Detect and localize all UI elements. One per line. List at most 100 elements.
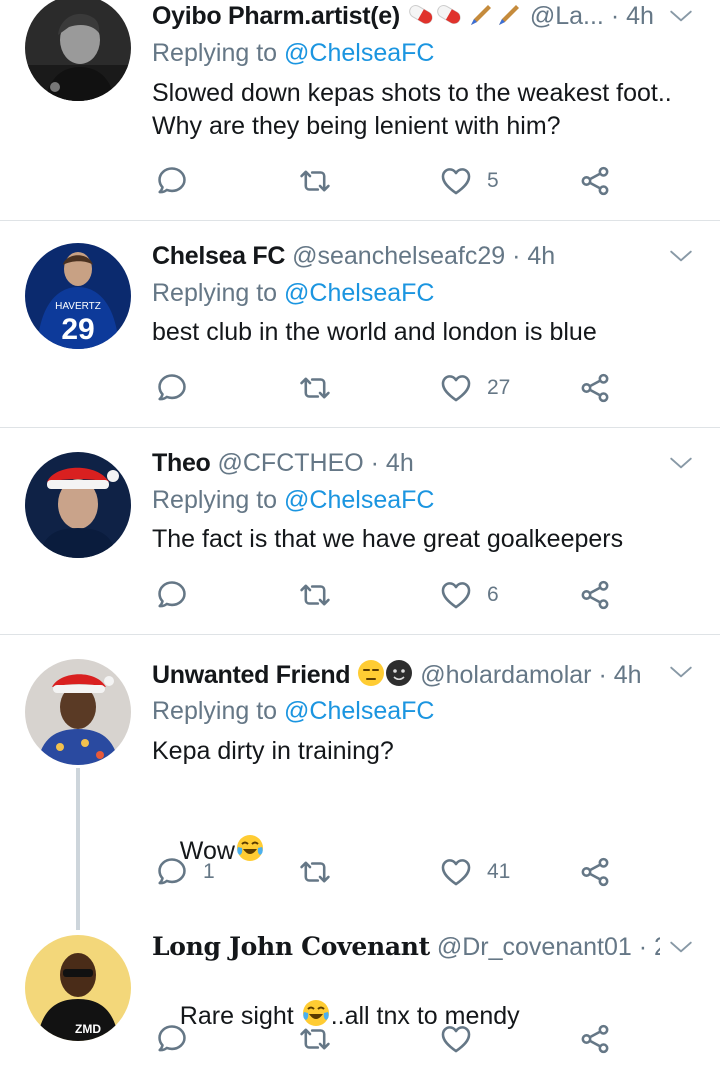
- replying-to-label: Replying to: [152, 279, 285, 307]
- avatar[interactable]: ZMD: [25, 935, 131, 1041]
- chevron-down-icon[interactable]: [668, 934, 694, 960]
- tweet-actions: 1 41: [152, 852, 632, 892]
- user-handle[interactable]: @CFCTHEO: [217, 449, 363, 477]
- heart-icon: [439, 855, 473, 889]
- heart-icon: [439, 578, 473, 612]
- tweet-time[interactable]: · 4h: [611, 2, 654, 30]
- unamused-face-emoji: [357, 659, 385, 694]
- share-icon: [578, 1022, 612, 1056]
- replying-to: Replying to @ChelseaFC: [152, 485, 434, 515]
- tweet-3[interactable]: Theo @CFCTHEO · 4h Replying to @ChelseaF…: [0, 428, 720, 634]
- tweet-text: best club in the world and london is blu…: [152, 318, 597, 346]
- share-icon: [578, 164, 612, 198]
- replying-to-label: Replying to: [152, 697, 285, 725]
- replying-to: Replying to @ChelseaFC: [152, 696, 434, 726]
- mention-link[interactable]: @ChelseaFC: [284, 697, 434, 725]
- tweet-text: Slowed down kepas shots to the weakest f…: [152, 79, 672, 140]
- reply-icon: [155, 855, 189, 889]
- reply-button[interactable]: [155, 575, 203, 615]
- paintbrush-emoji: [467, 1, 523, 34]
- tweet-text: The fact is that we have great goalkeepe…: [152, 525, 624, 553]
- retweet-icon: [298, 371, 332, 405]
- display-name[interactable]: Theo: [152, 449, 211, 477]
- like-button[interactable]: 6: [439, 575, 499, 615]
- share-icon: [578, 855, 612, 889]
- tweet-actions: [152, 1019, 632, 1059]
- display-name[interactable]: Chelsea FC: [152, 242, 285, 270]
- tweet-text-line-1: Kepa dirty in training?: [152, 737, 394, 765]
- share-button[interactable]: [578, 161, 612, 201]
- dark-face-emoji: [385, 659, 413, 694]
- avatar[interactable]: [25, 452, 131, 558]
- avatar[interactable]: [25, 0, 131, 101]
- reply-button[interactable]: [155, 161, 203, 201]
- user-handle[interactable]: @Dr_covenant01: [437, 933, 632, 961]
- display-name[interactable]: Long John Covenant: [152, 932, 430, 961]
- retweet-icon: [298, 578, 332, 612]
- replying-to-label: Replying to: [152, 486, 285, 514]
- share-icon: [578, 371, 612, 405]
- tweet-time[interactable]: · 4h: [371, 449, 414, 477]
- tweet-actions: 6: [152, 575, 632, 615]
- retweet-icon: [298, 164, 332, 198]
- reply-icon: [155, 164, 189, 198]
- like-count: 6: [487, 583, 499, 606]
- like-button[interactable]: 41: [439, 852, 510, 892]
- tweet-2[interactable]: HAVERTZ 29 Chelsea FC @seanchelseafc29 ·…: [0, 221, 720, 427]
- display-name[interactable]: Unwanted Friend: [152, 661, 351, 689]
- display-name[interactable]: Oyibo Pharm.artist(e): [152, 2, 400, 30]
- share-button[interactable]: [578, 1019, 612, 1059]
- pill-emoji: [407, 1, 467, 34]
- retweet-icon: [298, 1022, 332, 1056]
- reply-button[interactable]: [155, 368, 203, 408]
- svg-text:ZMD: ZMD: [75, 1022, 101, 1036]
- like-count: 41: [487, 860, 511, 883]
- share-icon: [578, 578, 612, 612]
- retweet-button[interactable]: [298, 1019, 346, 1059]
- share-button[interactable]: [578, 852, 612, 892]
- tweet-4[interactable]: Unwanted Friend @holardamolar · 4h Reply…: [0, 635, 720, 925]
- chevron-down-icon[interactable]: [668, 243, 694, 269]
- tweet-actions: 5: [152, 161, 632, 201]
- mention-link[interactable]: @ChelseaFC: [284, 279, 434, 307]
- like-count: 5: [487, 169, 499, 192]
- mention-link[interactable]: @ChelseaFC: [284, 39, 434, 67]
- chevron-down-icon[interactable]: [668, 450, 694, 476]
- reply-button[interactable]: [155, 1019, 203, 1059]
- reply-icon: [155, 1022, 189, 1056]
- like-button[interactable]: [439, 1019, 487, 1059]
- reply-button[interactable]: 1: [155, 852, 215, 892]
- reply-count: 1: [203, 860, 215, 883]
- like-count: 27: [487, 376, 511, 399]
- retweet-icon: [298, 855, 332, 889]
- tweet-time[interactable]: · 2h: [639, 933, 660, 961]
- tweet-actions: 27: [152, 368, 632, 408]
- share-button[interactable]: [578, 575, 612, 615]
- retweet-button[interactable]: [298, 368, 346, 408]
- chevron-down-icon[interactable]: [668, 659, 694, 685]
- user-handle[interactable]: @La...: [530, 2, 604, 30]
- tweet-time[interactable]: · 4h: [598, 661, 641, 689]
- chevron-down-icon[interactable]: [668, 3, 694, 29]
- like-button[interactable]: 5: [439, 161, 499, 201]
- reply-icon: [155, 578, 189, 612]
- jersey-number: 29: [61, 313, 94, 346]
- tweet-time[interactable]: · 4h: [512, 242, 555, 270]
- retweet-button[interactable]: [298, 852, 346, 892]
- retweet-button[interactable]: [298, 575, 346, 615]
- share-button[interactable]: [578, 368, 612, 408]
- user-handle[interactable]: @holardamolar: [420, 661, 591, 689]
- tweet-1[interactable]: Oyibo Pharm.artist(e) @La... · 4h Replyi…: [0, 0, 720, 220]
- avatar[interactable]: [25, 659, 131, 765]
- avatar[interactable]: HAVERTZ 29: [25, 243, 131, 349]
- mention-link[interactable]: @ChelseaFC: [284, 486, 434, 514]
- user-handle[interactable]: @seanchelseafc29: [292, 242, 505, 270]
- replying-to: Replying to @ChelseaFC: [152, 38, 434, 68]
- heart-icon: [439, 164, 473, 198]
- heart-icon: [439, 371, 473, 405]
- jersey-name: HAVERTZ: [55, 301, 101, 312]
- retweet-button[interactable]: [298, 161, 346, 201]
- heart-icon: [439, 1022, 473, 1056]
- tweet-5[interactable]: ZMD Long John Covenant @Dr_covenant01 · …: [0, 925, 720, 1046]
- like-button[interactable]: 27: [439, 368, 510, 408]
